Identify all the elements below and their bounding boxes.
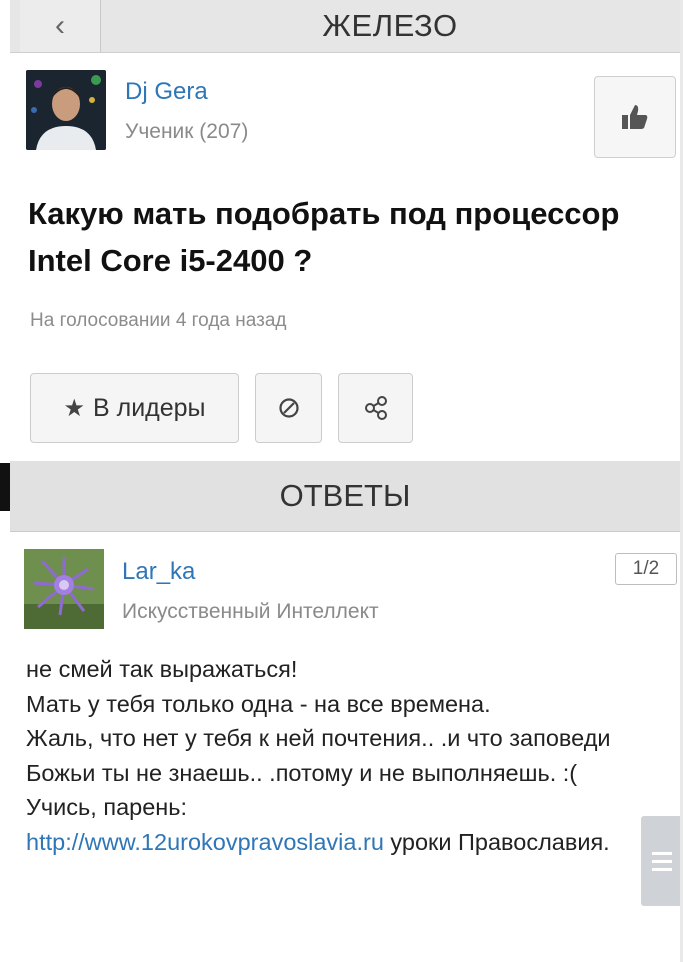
user-photo: [26, 70, 106, 150]
flower-photo: [24, 549, 104, 629]
author-name[interactable]: Dj Gera: [125, 78, 208, 106]
answer-avatar[interactable]: [24, 549, 104, 629]
answer-line: Учись, парень:: [26, 794, 188, 820]
answer-text: не смей так выражаться! Мать у тебя толь…: [26, 652, 666, 859]
to-leaders-label: В лидеры: [92, 393, 206, 422]
question-status: На голосовании 4 года назад: [30, 310, 287, 331]
share-button[interactable]: [338, 373, 413, 443]
menu-icon: [652, 851, 672, 855]
share-icon: [364, 396, 387, 420]
menu-button[interactable]: [641, 816, 683, 906]
answer-line: Мать у тебя только одна - на все времена…: [26, 690, 491, 717]
avatar[interactable]: [26, 70, 106, 150]
answer-link-suffix: уроки Православия.: [383, 828, 610, 855]
answers-section-header: ОТВЕТЫ: [10, 461, 680, 532]
back-button[interactable]: ‹: [20, 0, 101, 52]
block-icon: [278, 398, 299, 418]
top-bar: ‹ ЖЕЛЕЗО: [10, 0, 680, 53]
like-button[interactable]: [594, 76, 676, 158]
answer-line: не смей так выражаться!: [26, 656, 298, 682]
answer-counter: 1/2: [615, 553, 677, 585]
edge-marker: [0, 463, 10, 511]
author-rank: Ученик (207): [125, 120, 249, 143]
answer-link-line: http://www.12urokovpravoslavia.ru уроки …: [26, 825, 666, 860]
star-icon: ★: [63, 394, 85, 422]
block-button[interactable]: [255, 373, 322, 443]
answer-author-rank: Искусственный Интеллект: [122, 600, 379, 623]
thumbs-up-icon: [622, 105, 648, 129]
answer-line: Жаль, что нет у тебя к ней почтения.. .и…: [26, 725, 611, 786]
question-title: Какую мать подобрать под процессор Intel…: [28, 196, 620, 278]
page-title: ЖЕЛЕЗО: [322, 8, 458, 43]
answer-author-name[interactable]: Lar_ka: [122, 558, 195, 586]
to-leaders-button[interactable]: ★ В лидеры: [30, 373, 239, 443]
answer-link[interactable]: http://www.12urokovpravoslavia.ru: [26, 829, 384, 855]
chevron-left-icon: ‹: [55, 9, 65, 42]
